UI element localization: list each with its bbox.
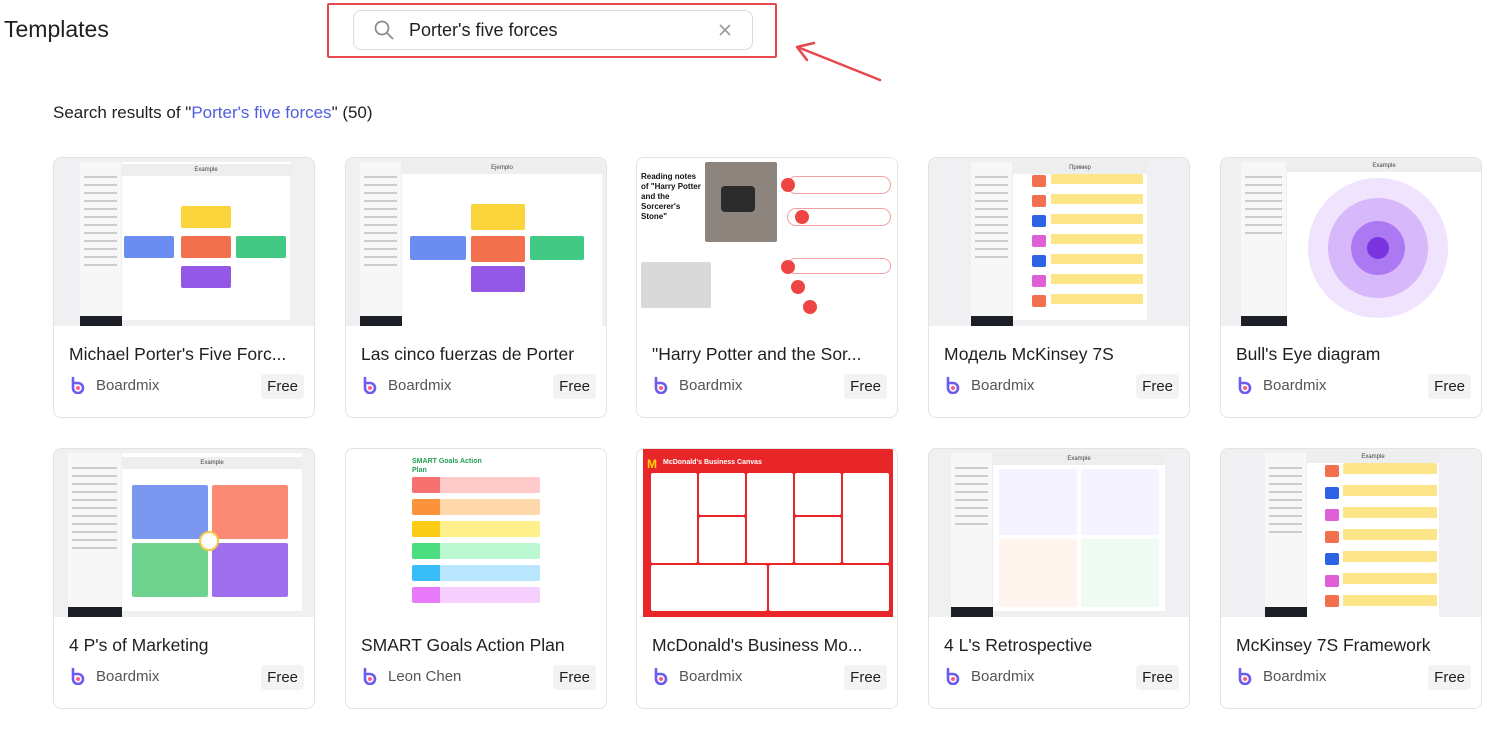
template-thumbnail: Ejemplo bbox=[346, 158, 606, 326]
price-badge: Free bbox=[1136, 374, 1179, 399]
page-title: Templates bbox=[4, 16, 109, 42]
template-thumbnail: SMART Goals Action Plan bbox=[346, 449, 606, 617]
template-card[interactable]: Example Bull's Eye diagram Boardmix Free bbox=[1220, 157, 1482, 418]
thumb-label: Reading notes of "Harry Potter and the S… bbox=[641, 172, 701, 221]
thumb-label: McDonald's Business Canvas bbox=[663, 459, 762, 466]
template-card[interactable]: Example McKinsey 7S Framework Boardmix F… bbox=[1220, 448, 1482, 709]
annotation-arrow-icon bbox=[795, 41, 882, 82]
template-card[interactable]: Ejemplo Las cinco fuerzas de Porter Boar… bbox=[345, 157, 607, 418]
template-thumbnail: Example bbox=[1221, 158, 1481, 326]
author-name: Boardmix bbox=[679, 667, 743, 685]
price-badge: Free bbox=[844, 665, 887, 690]
template-meta: Leon Chen bbox=[361, 667, 461, 685]
template-meta: Boardmix bbox=[1236, 667, 1326, 685]
template-title: 4 L's Retrospective bbox=[944, 635, 1093, 655]
template-title: Michael Porter's Five Forc... bbox=[69, 344, 287, 364]
template-title: 4 P's of Marketing bbox=[69, 635, 209, 655]
boardmix-logo-icon bbox=[946, 376, 960, 394]
template-title: SMART Goals Action Plan bbox=[361, 635, 565, 655]
template-thumbnail: Reading notes of "Harry Potter and the S… bbox=[637, 158, 897, 326]
close-icon[interactable] bbox=[716, 21, 734, 39]
results-suffix: " (50) bbox=[331, 103, 373, 122]
template-meta: Boardmix bbox=[69, 667, 159, 685]
boardmix-logo-icon bbox=[1238, 667, 1252, 685]
author-name: Leon Chen bbox=[388, 667, 462, 685]
author-name: Boardmix bbox=[971, 376, 1035, 394]
boardmix-logo-icon bbox=[71, 376, 85, 394]
template-meta: Boardmix bbox=[944, 667, 1034, 685]
author-name: Boardmix bbox=[1263, 667, 1327, 685]
boardmix-logo-icon bbox=[363, 667, 377, 685]
template-title: Bull's Eye diagram bbox=[1236, 344, 1381, 364]
template-meta: Boardmix bbox=[944, 376, 1034, 394]
template-card[interactable]: M McDonald's Business Canvas McDonald's … bbox=[636, 448, 898, 709]
price-badge: Free bbox=[261, 665, 304, 690]
template-title: Модель McKinsey 7S bbox=[944, 344, 1114, 364]
results-prefix: Search results of " bbox=[53, 103, 192, 122]
author-name: Boardmix bbox=[96, 667, 160, 685]
price-badge: Free bbox=[553, 374, 596, 399]
author-name: Boardmix bbox=[96, 376, 160, 394]
price-badge: Free bbox=[553, 665, 596, 690]
template-meta: Boardmix bbox=[361, 376, 451, 394]
template-thumbnail: M McDonald's Business Canvas bbox=[637, 449, 897, 617]
boardmix-logo-icon bbox=[1238, 376, 1252, 394]
template-meta: Boardmix bbox=[1236, 376, 1326, 394]
author-name: Boardmix bbox=[679, 376, 743, 394]
thumb-label: Пример bbox=[1013, 162, 1147, 174]
price-badge: Free bbox=[1428, 665, 1471, 690]
template-thumbnail: Пример bbox=[929, 158, 1189, 326]
author-name: Boardmix bbox=[388, 376, 452, 394]
template-thumbnail: Example bbox=[54, 158, 314, 326]
search-icon bbox=[372, 18, 396, 42]
template-card[interactable]: Example Michael Porter's Five Forc... Bo… bbox=[53, 157, 315, 418]
template-title: Las cinco fuerzas de Porter bbox=[361, 344, 575, 364]
boardmix-logo-icon bbox=[946, 667, 960, 685]
price-badge: Free bbox=[261, 374, 304, 399]
author-name: Boardmix bbox=[971, 667, 1035, 685]
search-box[interactable] bbox=[353, 10, 753, 50]
price-badge: Free bbox=[1136, 665, 1179, 690]
price-badge: Free bbox=[844, 374, 887, 399]
search-results-summary: Search results of "Porter's five forces"… bbox=[53, 103, 373, 123]
price-badge: Free bbox=[1428, 374, 1471, 399]
boardmix-logo-icon bbox=[654, 667, 668, 685]
thumb-label: Example bbox=[993, 453, 1165, 465]
boardmix-logo-icon bbox=[654, 376, 668, 394]
thumb-label: Example bbox=[122, 457, 302, 469]
template-title: McKinsey 7S Framework bbox=[1236, 635, 1431, 655]
template-thumbnail: Example bbox=[929, 449, 1189, 617]
thumb-label: Example bbox=[122, 164, 290, 176]
search-input[interactable] bbox=[409, 19, 709, 41]
thumb-label: Example bbox=[1287, 160, 1481, 172]
thumb-label: Example bbox=[1307, 451, 1439, 463]
template-card[interactable]: Пример Модель McKinsey 7S Boardmix Free bbox=[928, 157, 1190, 418]
thumb-label: SMART Goals Action Plan bbox=[412, 458, 482, 474]
template-card[interactable]: SMART Goals Action Plan SMART Goals Acti… bbox=[345, 448, 607, 709]
template-title: "Harry Potter and the Sor... bbox=[652, 344, 862, 364]
template-meta: Boardmix bbox=[652, 667, 742, 685]
thumb-label: Ejemplo bbox=[402, 162, 602, 174]
template-meta: Boardmix bbox=[69, 376, 159, 394]
boardmix-logo-icon bbox=[71, 667, 85, 685]
template-card[interactable]: Example 4 P's of Marketing Boardmix Free bbox=[53, 448, 315, 709]
template-card[interactable]: Example 4 L's Retrospective Boardmix Fre… bbox=[928, 448, 1190, 709]
results-query: Porter's five forces bbox=[191, 103, 332, 122]
template-meta: Boardmix bbox=[652, 376, 742, 394]
template-thumbnail: Example bbox=[54, 449, 314, 617]
boardmix-logo-icon bbox=[363, 376, 377, 394]
template-title: McDonald's Business Mo... bbox=[652, 635, 863, 655]
mcdonalds-logo-icon: M bbox=[647, 457, 657, 471]
template-thumbnail: Example bbox=[1221, 449, 1481, 617]
author-name: Boardmix bbox=[1263, 376, 1327, 394]
template-card[interactable]: Reading notes of "Harry Potter and the S… bbox=[636, 157, 898, 418]
